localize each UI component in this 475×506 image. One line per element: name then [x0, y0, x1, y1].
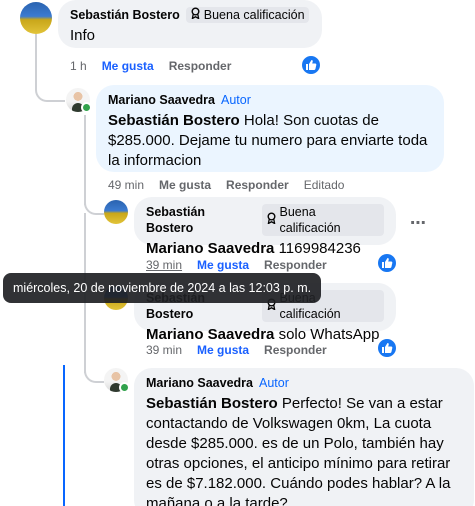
mention-link[interactable]: Mariano Saavedra — [146, 326, 274, 343]
thread-curve — [35, 78, 65, 102]
comment-bubble: Mariano Saavedra Autor Sebastián Bostero… — [96, 85, 444, 172]
badge-icon — [190, 7, 201, 23]
comment-author[interactable]: Mariano Saavedra — [146, 375, 253, 391]
online-status-indicator — [119, 382, 130, 393]
like-button[interactable]: Me gusta — [197, 257, 249, 273]
thread-line — [84, 115, 86, 205]
landscape-avatar[interactable] — [20, 2, 52, 34]
like-button[interactable]: Me gusta — [102, 58, 154, 74]
thumbs-up-icon[interactable] — [377, 338, 397, 358]
timestamp-tooltip: miércoles, 20 de noviembre de 2024 a las… — [3, 273, 322, 303]
like-button[interactable]: Me gusta — [159, 177, 211, 193]
comment-text: Info — [70, 27, 96, 44]
comment-text: Sebastián Bostero Hola! Son cuotas de $2… — [108, 111, 432, 171]
rating-badge[interactable]: Buena calificación — [261, 204, 384, 236]
comment-author[interactable]: Mariano Saavedra — [108, 92, 215, 108]
like-button[interactable]: Me gusta — [197, 342, 249, 358]
mention-link[interactable]: Sebastián Bostero — [108, 112, 240, 129]
mention-link[interactable]: Mariano Saavedra — [146, 240, 274, 257]
rating-badge[interactable]: Buena calificación — [185, 7, 309, 23]
thread-curve — [84, 195, 104, 215]
reply-button[interactable]: Responder — [169, 58, 232, 74]
thread-line — [35, 34, 37, 82]
comment-text: Mariano Saavedra 1169984236 — [146, 239, 384, 259]
comment-author[interactable]: Sebastián Bostero — [70, 7, 180, 23]
reply-button[interactable]: Responder — [226, 177, 289, 193]
online-status-indicator — [81, 102, 92, 113]
edited-label[interactable]: Editado — [304, 177, 345, 193]
comment-text: Sebastián Bostero Perfecto! Se van a est… — [146, 394, 462, 506]
comment-actions: 39 min Me gusta Responder — [146, 342, 327, 358]
more-options-icon[interactable]: ⋯ — [410, 213, 427, 233]
comment-actions: 1 h Me gusta Responder — [70, 58, 231, 74]
author-tag: Autor — [259, 376, 289, 390]
badge-icon — [266, 212, 277, 228]
mention-link[interactable]: Sebastián Bostero — [146, 395, 278, 412]
active-thread-indicator — [63, 365, 65, 506]
thread-curve — [84, 363, 104, 383]
comment-bubble: Sebastián Bostero Buena calificación Mar… — [134, 197, 396, 257]
comment-bubble: Sebastián Bostero Buena calificación Inf… — [58, 0, 322, 48]
badge-label: Buena calificación — [203, 8, 305, 22]
thumbs-up-icon[interactable] — [377, 253, 397, 273]
landscape-avatar[interactable] — [104, 200, 128, 224]
badge-label: Buena calificación — [279, 205, 341, 235]
reply-button[interactable]: Responder — [264, 257, 327, 273]
comment-body: solo WhatsApp — [274, 326, 380, 343]
comment-author[interactable]: Sebastián Bostero — [146, 204, 256, 236]
comment-timestamp[interactable]: 1 h — [70, 58, 87, 74]
reply-button[interactable]: Responder — [264, 342, 327, 358]
comment-timestamp[interactable]: 39 min — [146, 257, 182, 273]
comment-timestamp[interactable]: 49 min — [108, 177, 144, 193]
comment-thread: Sebastián Bostero Buena calificación Inf… — [0, 0, 475, 506]
comment-timestamp[interactable]: 39 min — [146, 342, 182, 358]
author-tag: Autor — [221, 93, 251, 107]
comment-bubble: Mariano Saavedra Autor Sebastián Bostero… — [134, 368, 474, 506]
comment-actions: 49 min Me gusta Responder Editado — [108, 177, 344, 193]
comment-body: 1169984236 — [274, 240, 361, 257]
comment-actions: 39 min Me gusta Responder — [146, 257, 327, 273]
thumbs-up-icon[interactable] — [301, 55, 321, 75]
